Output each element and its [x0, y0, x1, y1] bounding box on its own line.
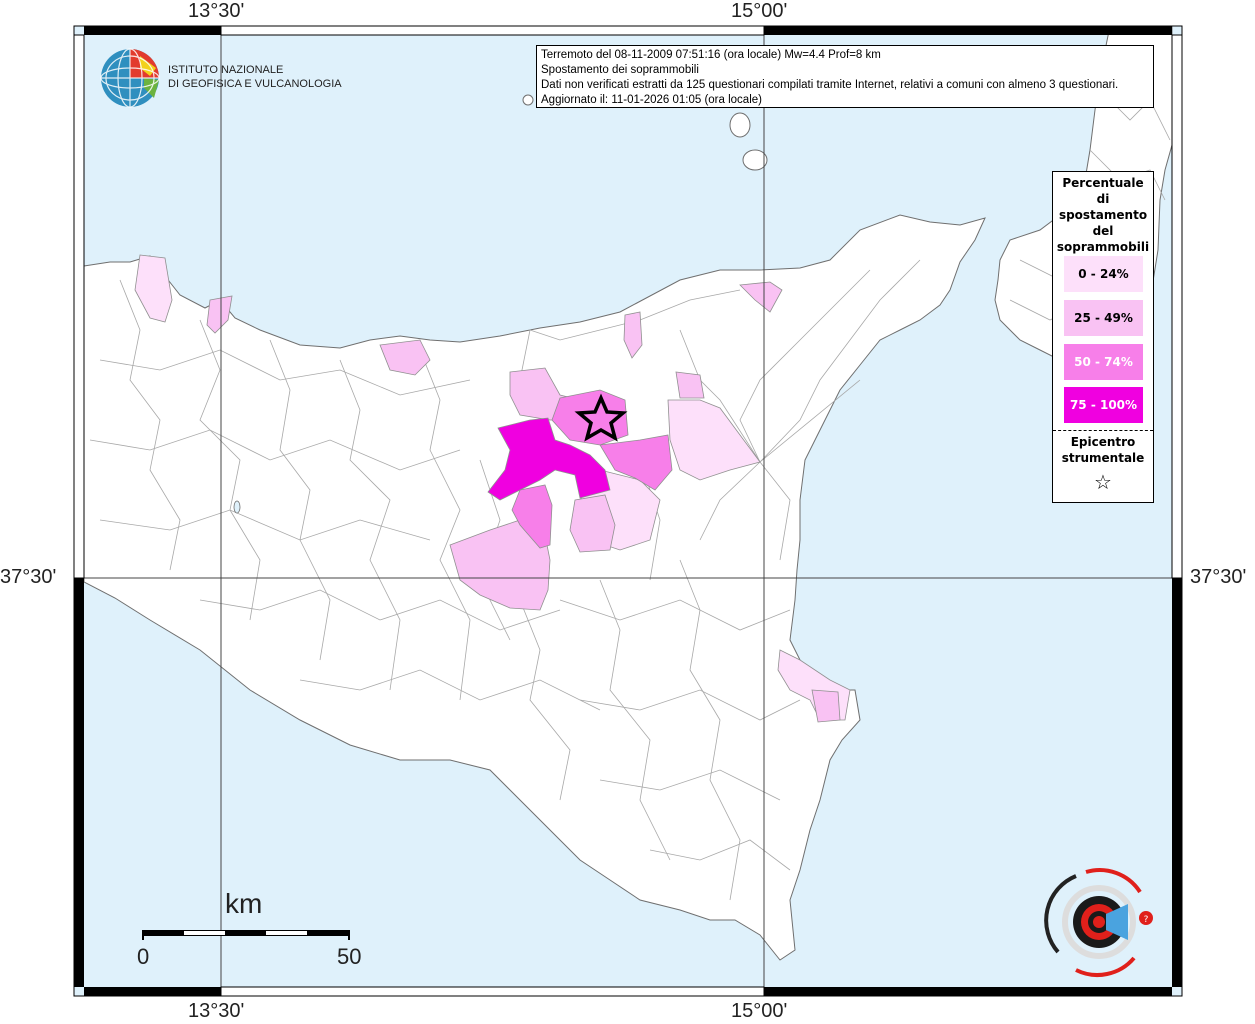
- ingv-name: ISTITUTO NAZIONALE DI GEOFISICA E VULCAN…: [168, 63, 342, 91]
- legend-title-line: del: [1092, 224, 1114, 238]
- area-25-49: [675, 371, 705, 399]
- event-info-line: Spostamento dei soprammobili: [541, 64, 699, 76]
- event-info-line: Aggiornato il: 11-01-2026 01:05 (ora loc…: [541, 94, 762, 106]
- legend-title-line: soprammobili: [1056, 240, 1150, 254]
- star-icon: ☆: [1094, 470, 1112, 494]
- legend-item-50-74: 50 - 74%: [1064, 344, 1143, 380]
- lat-label-left: 37°30': [0, 566, 57, 588]
- legend-item-0-24: 0 - 24%: [1064, 256, 1143, 292]
- island: [729, 112, 751, 138]
- svg-text:?: ?: [1144, 915, 1149, 925]
- lon-label-top-left: 13°30': [188, 0, 245, 22]
- island: [522, 94, 534, 106]
- legend-separator: [1053, 430, 1153, 431]
- ingv-logo: [100, 48, 162, 114]
- scale-min-label: 0: [137, 944, 150, 969]
- ingv-name-line1: ISTITUTO NAZIONALE: [168, 64, 284, 76]
- lon-label-top-right: 15°00': [731, 0, 788, 22]
- haisentito-logo: ?: [1036, 862, 1166, 986]
- legend-epicenter-label: Epicentro strumentale: [1053, 434, 1153, 466]
- legend-epicenter-line: strumentale: [1061, 451, 1145, 465]
- legend-title-line: Percentuale: [1062, 176, 1144, 190]
- area-25-49: [569, 494, 616, 553]
- event-info-line: Terremoto del 08-11-2009 07:51:16 (ora l…: [541, 49, 881, 61]
- globe-icon: [100, 48, 160, 108]
- legend-item-25-49: 25 - 49%: [1064, 300, 1143, 336]
- event-info-line: Dati non verificati estratti da 125 ques…: [541, 79, 1119, 91]
- lon-label-bottom-left: 13°30': [188, 1000, 245, 1022]
- lat-label-right: 37°30': [1190, 566, 1247, 588]
- legend: Percentuale di spostamento del soprammob…: [1052, 171, 1154, 503]
- legend-title-line: spostamento: [1058, 208, 1148, 222]
- scale-max-label: 50: [337, 944, 362, 969]
- lake: [233, 500, 241, 514]
- legend-title-line: di: [1096, 192, 1110, 206]
- legend-epicenter-line: Epicentro: [1070, 435, 1136, 449]
- island: [742, 149, 768, 171]
- legend-item-75-100: 75 - 100%: [1064, 387, 1143, 423]
- scale-title: km: [225, 888, 263, 919]
- event-info-box: Terremoto del 08-11-2009 07:51:16 (ora l…: [536, 45, 1154, 108]
- lon-label-bottom-right: 15°00': [731, 1000, 788, 1022]
- legend-title: Percentuale di spostamento del soprammob…: [1053, 175, 1153, 255]
- ingv-name-line2: DI GEOFISICA E VULCANOLOGIA: [168, 78, 342, 90]
